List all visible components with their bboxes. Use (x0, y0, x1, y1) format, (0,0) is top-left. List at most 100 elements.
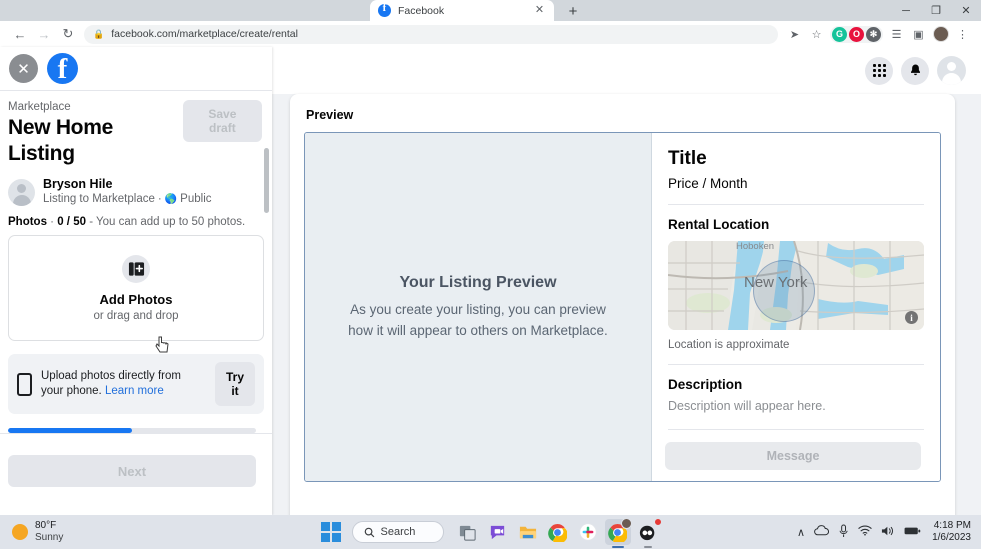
photos-hint: You can add up to 50 photos. (96, 216, 246, 228)
browser-tab[interactable]: Facebook ✕ (370, 0, 554, 21)
split-screen-icon[interactable]: ▣ (908, 24, 929, 45)
microphone-icon[interactable] (838, 524, 849, 541)
notification-badge (653, 518, 662, 526)
listing-price: Price / Month (668, 176, 748, 191)
description-placeholder: Description will appear here. (668, 399, 826, 413)
location-map[interactable]: Hoboken New York i (668, 241, 924, 330)
facebook-icon (378, 2, 391, 17)
apps-grid-icon[interactable] (865, 56, 893, 85)
facebook-logo[interactable] (47, 53, 78, 84)
reload-icon[interactable]: ↻ (56, 23, 80, 45)
description-heading: Description (668, 377, 743, 392)
honey-extension-icon[interactable]: O (849, 26, 864, 42)
toolbar-icons: ➤ ☆ G O ✻ ☰ ▣ ⋮ (784, 24, 973, 45)
minimize-button[interactable]: ─ (891, 0, 921, 21)
progress-bar (8, 428, 256, 433)
upload-from-phone-text: Upload photos directly from your phone. … (41, 369, 206, 399)
bookmark-star-icon[interactable]: ☆ (806, 24, 827, 45)
battery-icon[interactable] (904, 526, 921, 539)
user-row: Bryson Hile Listing to Marketplace · 🌎 P… (0, 167, 272, 207)
chrome-menu-icon[interactable]: ⋮ (952, 24, 973, 45)
add-photo-icon (122, 254, 150, 283)
notifications-bell-icon[interactable] (901, 56, 929, 85)
sidebar-scrollbar[interactable] (264, 148, 269, 213)
sidebar-footer: Next (0, 428, 272, 515)
weather-widget[interactable]: 80°F Sunny (0, 520, 63, 544)
audience-prefix: Listing to Marketplace (43, 193, 155, 205)
search-input[interactable]: Search (351, 521, 444, 543)
message-button[interactable]: Message (665, 442, 921, 470)
wifi-icon[interactable] (858, 525, 872, 539)
close-window-button[interactable]: ✕ (951, 0, 981, 21)
preview-empty-line2: how it will appear to others on Marketpl… (348, 322, 608, 338)
divider (668, 364, 924, 365)
tab-title: Facebook (398, 4, 445, 17)
cloud-icon[interactable] (814, 525, 830, 539)
back-icon[interactable]: ← (8, 23, 32, 45)
user-name: Bryson Hile (43, 177, 113, 191)
preview-body: Your Listing Preview As you create your … (304, 132, 941, 482)
listing-sidebar: ✕ Marketplace New Home Listing Save draf… (0, 47, 272, 515)
tray-overflow-icon[interactable]: ∧ (797, 526, 805, 539)
page-title: New Home Listing (8, 116, 113, 165)
globe-icon: 🌎 (164, 194, 178, 205)
facebook-header (272, 47, 981, 94)
extensions-puzzle-icon[interactable]: ✻ (866, 26, 881, 42)
weather-temp: 80°F (35, 520, 57, 531)
breadcrumb: Marketplace (8, 101, 71, 113)
windows-start-icon[interactable] (320, 522, 341, 542)
next-button[interactable]: Next (8, 455, 256, 487)
progress-fill (8, 428, 132, 433)
sidebar-header: ✕ (0, 47, 272, 91)
photos-count: 0 / 50 (57, 216, 86, 228)
media-list-icon[interactable]: ☰ (886, 24, 907, 45)
chrome-profile-badge (620, 518, 632, 529)
taskbar-apps: Search (320, 518, 662, 548)
chrome-active-icon[interactable] (604, 518, 632, 548)
task-view-icon[interactable] (455, 519, 481, 545)
grammarly-extension-icon[interactable]: G (832, 26, 847, 42)
upload-from-phone-banner: Upload photos directly from your phone. … (8, 354, 264, 414)
taskbar-clock[interactable]: 4:18 PM 1/6/2023 (932, 520, 971, 544)
location-approx-note: Location is approximate (668, 339, 790, 351)
add-photos-dropzone[interactable]: Add Photos or drag and drop (8, 235, 264, 341)
url-text: facebook.com/marketplace/create/rental (111, 28, 298, 40)
listing-audience[interactable]: Listing to Marketplace · 🌎 Public (43, 192, 212, 207)
photos-label-prefix: Photos (8, 216, 47, 228)
browser-titlebar: Facebook ✕ + ─ ❐ ✕ (0, 0, 981, 21)
system-tray: ∧ 4:18 PM 1/6/2023 (797, 520, 981, 544)
try-it-button[interactable]: Try it (214, 362, 255, 406)
close-icon[interactable]: ✕ (9, 54, 38, 83)
chrome-icon[interactable] (545, 519, 571, 545)
speaker-icon[interactable] (881, 525, 895, 540)
save-draft-button[interactable]: Save draft (182, 100, 262, 142)
avatar (8, 178, 35, 206)
forward-icon[interactable]: → (32, 23, 56, 45)
recorder-icon[interactable] (635, 518, 662, 548)
browser-profile-avatar[interactable] (930, 24, 951, 45)
separator: · (157, 193, 162, 205)
clock-date: 1/6/2023 (932, 532, 971, 543)
sidebar-title-row: Marketplace New Home Listing Save draft (0, 91, 272, 167)
extension-pill: G O ✻ (830, 25, 883, 43)
address-bar[interactable]: 🔒 facebook.com/marketplace/create/rental (84, 24, 778, 44)
teams-chat-icon[interactable] (485, 519, 511, 545)
info-icon[interactable]: i (905, 311, 918, 324)
photos-counter: Photos · 0 / 50 - You can add up to 50 p… (8, 216, 246, 228)
add-photos-title: Add Photos (99, 291, 173, 307)
learn-more-link[interactable]: Learn more (105, 385, 164, 397)
window-controls: ─ ❐ ✕ (891, 0, 981, 21)
slack-icon[interactable] (575, 519, 601, 545)
maximize-button[interactable]: ❐ (921, 0, 951, 21)
share-icon[interactable]: ➤ (784, 24, 805, 45)
clock-time: 4:18 PM (933, 520, 971, 531)
lock-icon: 🔒 (93, 28, 105, 39)
screen: Facebook ✕ + ─ ❐ ✕ ← → ↻ 🔒 facebook.com/… (0, 0, 981, 549)
profile-avatar[interactable] (937, 56, 966, 85)
map-city-label: New York (744, 274, 808, 291)
close-icon[interactable]: ✕ (533, 5, 546, 16)
new-tab-button[interactable]: + (562, 2, 584, 20)
search-label: Search (380, 526, 416, 538)
browser-toolbar: ← → ↻ 🔒 facebook.com/marketplace/create/… (0, 21, 981, 47)
file-explorer-icon[interactable] (515, 519, 541, 545)
